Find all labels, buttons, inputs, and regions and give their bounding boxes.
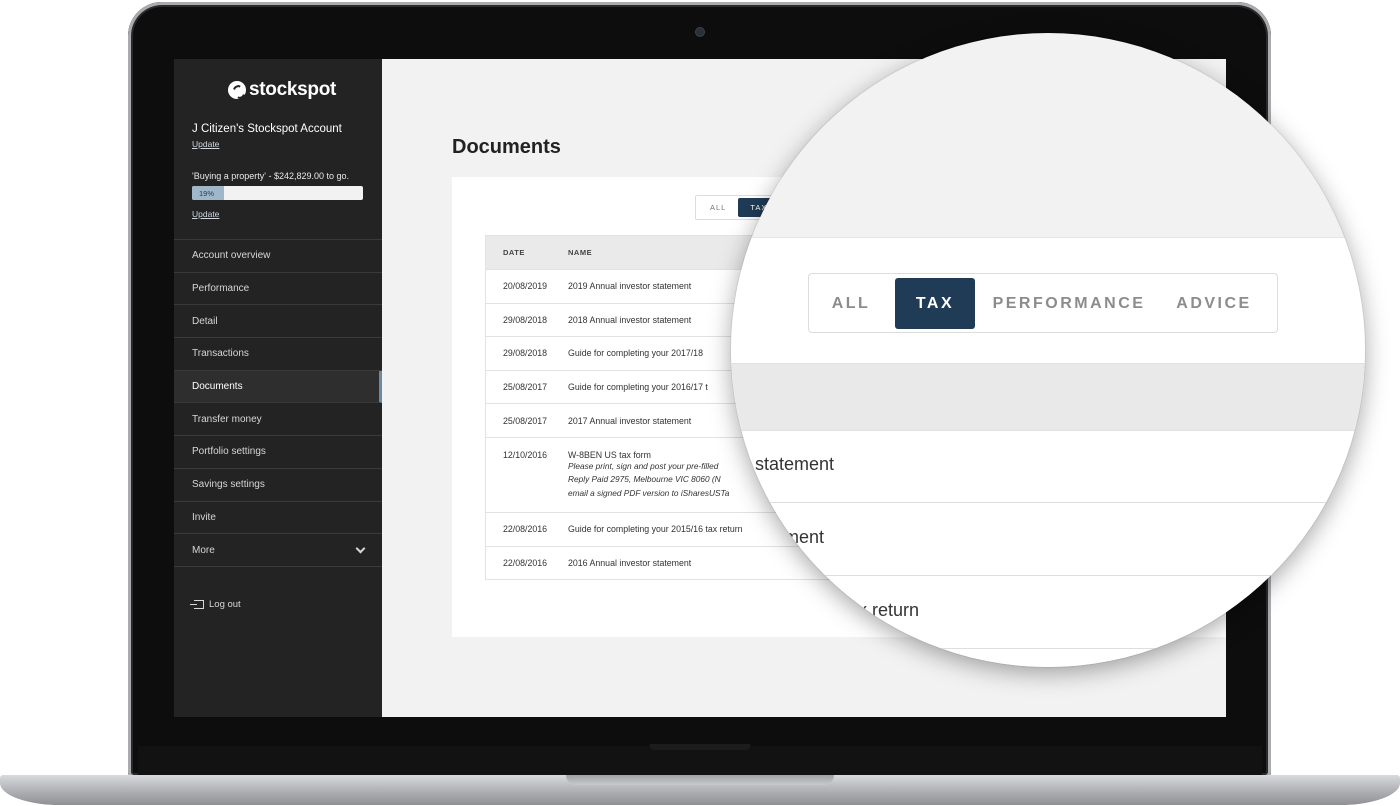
- logo-text: stockspot: [249, 79, 337, 100]
- brand-logo[interactable]: stockspot: [228, 79, 336, 101]
- sidebar-item-detail[interactable]: Detail: [174, 305, 382, 339]
- goal-text: 'Buying a property' - $242,829.00 to go.: [192, 171, 350, 181]
- sidebar: stockspot J Citizen's Stockspot Account …: [174, 59, 382, 717]
- logout-button[interactable]: Log out: [190, 599, 241, 610]
- zoom-row-text: r statement: [744, 454, 835, 474]
- row-date: 29/08/2018: [503, 348, 548, 359]
- sidebar-item-performance[interactable]: Performance: [174, 273, 382, 306]
- sidebar-item-documents[interactable]: Documents: [174, 370, 382, 404]
- logout-label: Log out: [209, 599, 241, 610]
- sidebar-item-portfolio-settings[interactable]: Portfolio settings: [174, 436, 382, 469]
- zoom-row[interactable]: r statement: [731, 431, 1365, 503]
- column-header-date[interactable]: DATE: [486, 248, 568, 257]
- zoom-tab-advice[interactable]: ADVICE: [1159, 278, 1269, 329]
- goal-progress-bar: 19%: [192, 186, 363, 200]
- sidebar-item-label: Documents: [192, 381, 243, 393]
- chevron-down-icon: [355, 543, 366, 553]
- zoom-table-header: [731, 363, 1365, 431]
- zoom-row-text: tement: [769, 527, 825, 547]
- row-date: 12/10/2016: [503, 449, 548, 460]
- row-date: 29/08/2018: [503, 314, 548, 325]
- sidebar-item-account-overview[interactable]: Account overview: [174, 240, 382, 273]
- zoom-magnifier: ALL TAX PERFORMANCE ADVICE r statement t…: [731, 33, 1365, 667]
- logout-icon: [190, 600, 204, 609]
- sidebar-item-label: Transactions: [192, 348, 249, 360]
- row-date: 25/08/2017: [503, 382, 548, 393]
- row-date: 25/08/2017: [503, 415, 548, 426]
- sidebar-item-label: Account overview: [192, 250, 271, 262]
- sidebar-item-more[interactable]: More: [174, 534, 382, 567]
- sidebar-item-label: Savings settings: [192, 479, 265, 491]
- sidebar-item-label: Transfer money: [192, 413, 262, 425]
- zoom-tab-performance[interactable]: PERFORMANCE: [989, 278, 1149, 329]
- goal-progress-label: 19%: [199, 188, 215, 198]
- zoom-row[interactable]: tement: [731, 504, 1365, 576]
- row-date: 22/08/2016: [503, 524, 548, 535]
- sidebar-item-transactions[interactable]: Transactions: [174, 338, 382, 371]
- webcam: [696, 28, 704, 36]
- account-update-link[interactable]: Update: [192, 139, 219, 149]
- laptop-hinge: [650, 744, 750, 750]
- row-date: 22/08/2016: [503, 557, 548, 568]
- zoom-row[interactable]: 3 tax return: [731, 577, 1365, 649]
- row-date: 20/08/2019: [503, 281, 548, 292]
- zoom-row-text: 3 tax return: [828, 600, 920, 620]
- sidebar-item-savings-settings[interactable]: Savings settings: [174, 469, 382, 502]
- sidebar-item-invite[interactable]: Invite: [174, 502, 382, 535]
- sidebar-item-label: Performance: [192, 283, 250, 295]
- sidebar-nav: Account overview Performance Detail Tran…: [174, 239, 382, 567]
- goal-progress-fill: 19%: [192, 186, 225, 200]
- page-title: Documents: [452, 136, 561, 158]
- laptop-chin: [138, 746, 1262, 776]
- sidebar-item-label: Invite: [192, 511, 216, 523]
- sidebar-item-label: Detail: [192, 315, 218, 327]
- sidebar-item-transfer-money[interactable]: Transfer money: [174, 403, 382, 437]
- tab-all[interactable]: ALL: [698, 198, 738, 217]
- sidebar-item-label: Portfolio settings: [192, 446, 266, 458]
- stockspot-logo-icon: [228, 81, 246, 99]
- sidebar-item-label: More: [192, 544, 215, 556]
- zoom-filter-tabs: ALL TAX PERFORMANCE ADVICE: [808, 273, 1278, 333]
- laptop-notch: [566, 775, 834, 785]
- zoom-tab-all[interactable]: ALL: [817, 278, 885, 329]
- zoom-tab-tax[interactable]: TAX: [895, 278, 975, 329]
- account-name: J Citizen's Stockspot Account: [192, 123, 342, 135]
- goal-update-link[interactable]: Update: [192, 209, 219, 219]
